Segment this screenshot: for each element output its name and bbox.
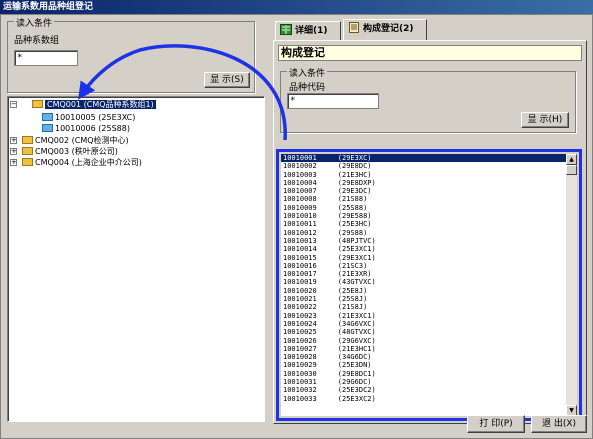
section-title: 构成登记 bbox=[278, 45, 582, 61]
list-item[interactable]: 10010026 (29G6VXC) bbox=[281, 337, 566, 345]
list-item[interactable]: 10010023 (21E3XC1) bbox=[281, 312, 566, 320]
variety-list[interactable]: 10010001 (29E3XC) 10010002 (29E8DC) 100100… bbox=[281, 154, 566, 416]
list-item[interactable]: 10010019 (43GTVXC) bbox=[281, 278, 566, 286]
right-search-group: 读入条件 品种代码 * 显 示(H) bbox=[280, 66, 576, 133]
left-group-title: 读入条件 bbox=[14, 16, 55, 29]
list-item[interactable]: 10010014 (25E3XC1) bbox=[281, 245, 566, 253]
tab-composition-label: 构成登记(2) bbox=[363, 24, 414, 34]
list-item[interactable]: 10010032 (25E3DC2) bbox=[281, 386, 566, 394]
tree-node-cmq004[interactable]: CMQ004 (上海企业中介公司) bbox=[22, 157, 142, 168]
scroll-up-icon[interactable]: ▲ bbox=[566, 154, 577, 165]
right-show-button[interactable]: 显 示(H) bbox=[521, 112, 569, 128]
composition-panel: 构成登记 读入条件 品种代码 * 显 示(H) 10010001 (29E3XC… bbox=[273, 40, 587, 424]
list-item[interactable]: 10010031 (29G6DC) bbox=[281, 378, 566, 386]
list-item[interactable]: 10010002 (29E8DC) bbox=[281, 162, 566, 170]
list-item[interactable]: 10010003 (21E3HC) bbox=[281, 171, 566, 179]
variety-code-label: 品种代码 bbox=[289, 83, 326, 93]
tree-child-10010005[interactable]: 10010005 (25E3XC) bbox=[42, 112, 135, 123]
expand-icon[interactable]: + bbox=[10, 148, 17, 155]
folder-icon bbox=[22, 158, 33, 166]
tree-node-cmq002[interactable]: CMQ002 (CMQ检测中心) bbox=[22, 135, 129, 146]
list-item[interactable]: 10010017 (21E3XR) bbox=[281, 270, 566, 278]
expand-icon[interactable]: + bbox=[10, 137, 17, 144]
book-icon bbox=[280, 24, 292, 35]
highlight-box: 10010001 (29E3XC) 10010002 (29E8DC) 100100… bbox=[276, 149, 582, 421]
tree-node-cmq001[interactable]: CMQ001 (CMQ品种系数组1) bbox=[32, 99, 156, 110]
group-tree[interactable]: − CMQ001 (CMQ品种系数组1) 10010005 (25E3XC) 1… bbox=[7, 96, 265, 422]
folder-icon bbox=[32, 100, 43, 108]
list-item[interactable]: 10010004 (29E8DXP) bbox=[281, 179, 566, 187]
tree-child-10010006[interactable]: 10010006 (25S88) bbox=[42, 123, 130, 134]
folder-icon bbox=[22, 147, 33, 155]
tab-detail-label: 详细(1) bbox=[295, 26, 328, 36]
list-item[interactable]: 10010033 (25E3XC2) bbox=[281, 395, 566, 403]
folder-icon bbox=[42, 124, 53, 132]
list-item[interactable]: 10010010 (29E588) bbox=[281, 212, 566, 220]
folder-icon bbox=[42, 113, 53, 121]
notepad-icon bbox=[349, 22, 359, 33]
list-item[interactable]: 10010012 (29S88) bbox=[281, 229, 566, 237]
tree-node-label: CMQ001 (CMQ品种系数组1) bbox=[45, 100, 156, 109]
list-item[interactable]: 10010022 (21S8J) bbox=[281, 303, 566, 311]
list-item[interactable]: 10010013 (48PJTVC) bbox=[281, 237, 566, 245]
list-item[interactable]: 10010009 (25S88) bbox=[281, 204, 566, 212]
left-search-group: 读入条件 品种系数组 * 显 示(S) bbox=[7, 16, 255, 93]
list-item[interactable]: 10010001 (29E3XC) bbox=[281, 154, 566, 163]
tab-detail[interactable]: 详细(1) bbox=[275, 21, 341, 41]
variety-coef-group-label: 品种系数组 bbox=[14, 36, 60, 46]
list-item[interactable]: 10010007 (29E3DC) bbox=[281, 187, 566, 195]
tree-node-cmq003[interactable]: CMQ003 (秩叶原公司) bbox=[22, 146, 118, 157]
right-group-title: 读入条件 bbox=[287, 66, 328, 79]
left-show-button[interactable]: 显 示(S) bbox=[204, 72, 250, 88]
list-item[interactable]: 10010030 (29E8DC1) bbox=[281, 370, 566, 378]
list-item[interactable]: 10010028 (34G6DC) bbox=[281, 353, 566, 361]
expand-icon[interactable]: + bbox=[10, 159, 17, 166]
list-item[interactable]: 10010029 (25E3DN) bbox=[281, 361, 566, 369]
list-item[interactable]: 10010016 (21SC3) bbox=[281, 262, 566, 270]
exit-button[interactable]: 退 出(X) bbox=[531, 415, 587, 433]
list-item[interactable]: 10010027 (21E3HC1) bbox=[281, 345, 566, 353]
window-title: 运输系数用品种组登记 bbox=[0, 0, 593, 14]
variety-code-input[interactable]: * bbox=[287, 93, 379, 109]
list-item[interactable]: 10010011 (25E3HC) bbox=[281, 220, 566, 228]
list-scrollbar[interactable]: ▲ ▼ bbox=[566, 154, 577, 416]
main-window: 读入条件 品种系数组 * 显 示(S) − CMQ001 (CMQ品种系数组1)… bbox=[0, 14, 593, 439]
print-button[interactable]: 打 印(P) bbox=[467, 415, 525, 433]
variety-coef-group-input[interactable]: * bbox=[14, 50, 78, 66]
tab-composition[interactable]: 构成登记(2) bbox=[343, 19, 427, 41]
collapse-icon[interactable]: − bbox=[10, 101, 17, 108]
list-item[interactable]: 10010025 (48GTVXC) bbox=[281, 328, 566, 336]
list-item[interactable]: 10010015 (29E3XC1) bbox=[281, 254, 566, 262]
scroll-thumb[interactable] bbox=[566, 165, 577, 175]
list-item[interactable]: 10010021 (25S8J) bbox=[281, 295, 566, 303]
list-item[interactable]: 10010008 (21S88) bbox=[281, 195, 566, 203]
folder-icon bbox=[22, 136, 33, 144]
list-item[interactable]: 10010020 (25E8J) bbox=[281, 287, 566, 295]
list-item[interactable]: 10010024 (34G6VXC) bbox=[281, 320, 566, 328]
